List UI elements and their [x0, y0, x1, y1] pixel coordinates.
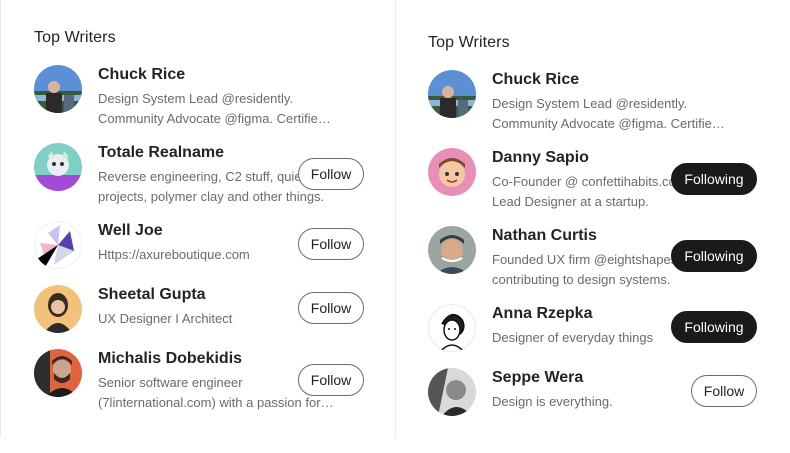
avatar[interactable] [428, 70, 476, 118]
follow-button[interactable]: Follow [691, 375, 757, 407]
avatar[interactable] [34, 143, 82, 191]
writer-name[interactable]: Michalis Dobekidis [98, 349, 336, 369]
avatar[interactable] [428, 226, 476, 274]
following-button[interactable]: Following [671, 163, 757, 195]
avatar[interactable] [34, 349, 82, 397]
follow-button[interactable]: Follow [298, 292, 364, 324]
avatar[interactable] [34, 285, 82, 333]
top-writers-panel-left: Top Writers Chuck Rice Design System Lea… [0, 0, 396, 437]
writer-row-anna-rzepka: Anna Rzepka Designer of everyday things … [428, 304, 757, 368]
avatar[interactable] [34, 221, 82, 269]
writer-name[interactable]: Chuck Rice [492, 70, 730, 90]
writer-name[interactable]: Chuck Rice [98, 65, 336, 85]
writer-row-seppe-wera: Seppe Wera Design is everything. Follow [428, 368, 757, 432]
avatar[interactable] [34, 65, 82, 113]
writer-row-nathan-curtis: Nathan Curtis Founded UX firm @eightshap… [428, 226, 757, 290]
writer-bio: Design System Lead @residently. Communit… [492, 96, 720, 131]
avatar[interactable] [428, 148, 476, 196]
avatar[interactable] [428, 304, 476, 352]
top-writers-panel-right: Top Writers Chuck Rice Design System Lea… [396, 0, 790, 437]
writer-row-chuck-rice: Chuck Rice Design System Lead @residentl… [34, 65, 362, 129]
writer-row-michalis-dobekidis: Michalis Dobekidis Senior software engin… [34, 349, 364, 413]
follow-button[interactable]: Follow [298, 364, 364, 396]
writer-row-well-joe: Well Joe Https://axureboutique.com Follo… [34, 221, 364, 285]
panel-title: Top Writers [428, 34, 510, 51]
writer-row-danny-sapio: Danny Sapio Co-Founder @ confettihabits.… [428, 148, 757, 212]
follow-button[interactable]: Follow [298, 158, 364, 190]
panel-title: Top Writers [34, 29, 116, 46]
writer-row-chuck-rice: Chuck Rice Design System Lead @residentl… [428, 70, 757, 134]
avatar[interactable] [428, 368, 476, 416]
writer-row-sheetal-gupta: Sheetal Gupta UX Designer I Architect Fo… [34, 285, 364, 349]
writer-bio: Design System Lead @residently. Communit… [98, 91, 326, 126]
writer-row-totale-realname: Totale Realname Reverse engineering, C2 … [34, 143, 364, 207]
writer-name[interactable]: Totale Realname [98, 143, 336, 163]
writer-info: Chuck Rice Design System Lead @residentl… [492, 70, 730, 134]
writer-info: Chuck Rice Design System Lead @residentl… [98, 65, 336, 129]
following-button[interactable]: Following [671, 311, 757, 343]
follow-button[interactable]: Follow [298, 228, 364, 260]
following-button[interactable]: Following [671, 240, 757, 272]
